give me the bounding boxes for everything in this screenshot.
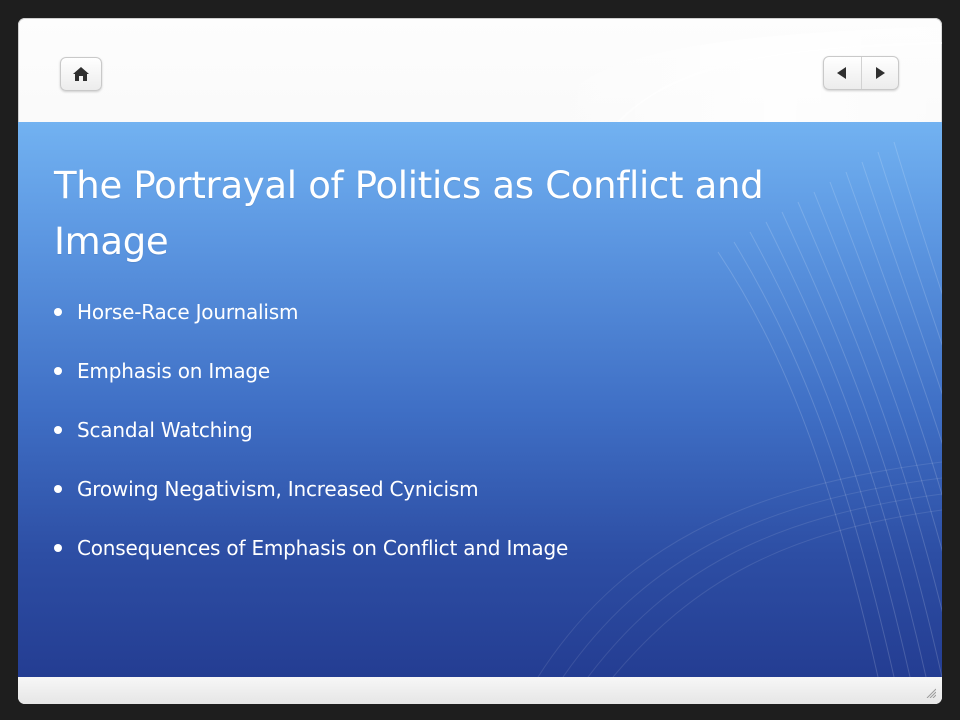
bottom-bar <box>18 677 942 704</box>
bullet-text: Emphasis on Image <box>77 359 271 383</box>
bullet-dot-icon <box>54 485 62 493</box>
bullet-dot-icon <box>54 544 62 552</box>
bullet-item: Consequences of Emphasis on Conflict and… <box>54 536 568 595</box>
bullet-item: Emphasis on Image <box>54 359 568 418</box>
left-triangle-icon <box>837 67 847 79</box>
bullet-dot-icon <box>54 426 62 434</box>
bullet-item: Horse-Race Journalism <box>54 300 568 359</box>
bullet-item: Scandal Watching <box>54 418 568 477</box>
bullet-dot-icon <box>54 367 62 375</box>
home-button[interactable] <box>60 57 102 91</box>
top-toolbar <box>18 18 942 122</box>
next-slide-button[interactable] <box>860 57 899 89</box>
right-triangle-icon <box>875 67 885 79</box>
bullet-list: Horse-Race Journalism Emphasis on Image … <box>54 300 568 595</box>
bullet-text: Consequences of Emphasis on Conflict and… <box>77 536 569 560</box>
bullet-item: Growing Negativism, Increased Cynicism <box>54 477 568 536</box>
top-swoosh-decoration <box>538 26 942 122</box>
bullet-text: Horse-Race Journalism <box>77 300 299 324</box>
slide-navigation <box>823 56 899 90</box>
slide-title: The Portrayal of Politics as Conflict an… <box>54 164 764 263</box>
home-icon <box>73 67 89 81</box>
previous-slide-button[interactable] <box>824 57 861 89</box>
bullet-text: Growing Negativism, Increased Cynicism <box>77 477 479 501</box>
resize-grip-icon[interactable] <box>924 686 936 698</box>
bullet-text: Scandal Watching <box>77 418 253 442</box>
bullet-dot-icon <box>54 308 62 316</box>
presentation-frame: The Portrayal of Politics as Conflict an… <box>18 18 942 704</box>
slide-content: The Portrayal of Politics as Conflict an… <box>18 122 942 677</box>
